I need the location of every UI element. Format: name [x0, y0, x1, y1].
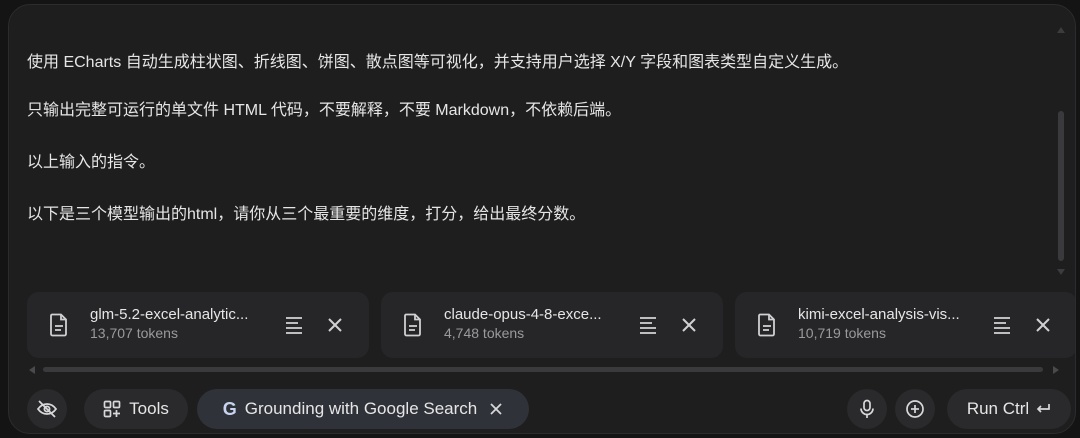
text-lines-icon[interactable] — [992, 316, 1012, 334]
scrollbar-thumb[interactable] — [43, 367, 1043, 372]
grid-icon — [103, 400, 121, 418]
text-lines-icon[interactable] — [284, 316, 304, 334]
scroll-down-arrow[interactable] — [1057, 269, 1065, 275]
attachment-chip[interactable]: kimi-excel-analysis-vis... 10,719 tokens — [735, 292, 1075, 358]
mic-icon — [860, 399, 874, 418]
prompt-line-2: 只输出完整可运行的单文件 HTML 代码，不要解释，不要 Markdown，不依… — [27, 102, 622, 119]
prompt-line-4: 以下是三个模型输出的html，请你从三个最重要的维度，打分，给出最终分数。 — [27, 206, 586, 223]
prompt-panel: 使用 ECharts 自动生成柱状图、折线图、饼图、散点图等可视化，并支持用户选… — [8, 4, 1076, 434]
add-circle-icon — [906, 400, 924, 418]
scroll-left-arrow[interactable] — [29, 366, 35, 374]
prompt-line-3: 以上输入的指令。 — [27, 154, 156, 171]
attachment-name: claude-opus-4-8-exce... — [444, 306, 602, 323]
grounding-label: Grounding with Google Search — [244, 399, 478, 418]
prompt-textarea[interactable]: 使用 ECharts 自动生成柱状图、折线图、饼图、散点图等可视化，并支持用户选… — [27, 45, 1047, 280]
grounding-chip[interactable]: G Grounding with Google Search — [197, 389, 529, 429]
attachment-name: kimi-excel-analysis-vis... — [798, 306, 960, 323]
attachment-chip[interactable]: glm-5.2-excel-analytic... 13,707 tokens — [27, 292, 369, 358]
horizontal-scrollbar[interactable] — [29, 365, 1059, 375]
google-g-icon: G — [222, 398, 237, 419]
prompt-line-1: 使用 ECharts 自动生成柱状图、折线图、饼图、散点图等可视化，并支持用户选… — [27, 54, 849, 71]
eye-off-icon — [36, 400, 58, 418]
attachment-tokens: 10,719 tokens — [798, 325, 886, 341]
attachment-chip[interactable]: claude-opus-4-8-exce... 4,748 tokens — [381, 292, 723, 358]
close-icon[interactable] — [679, 315, 699, 335]
run-button[interactable]: Run Ctrl — [947, 389, 1071, 429]
file-icon — [50, 313, 67, 337]
scrollbar-thumb[interactable] — [1058, 111, 1064, 261]
text-lines-icon[interactable] — [638, 316, 658, 334]
enter-icon — [1036, 404, 1051, 413]
tools-label: Tools — [129, 399, 169, 418]
mic-button[interactable] — [847, 389, 887, 429]
close-icon[interactable] — [489, 402, 503, 416]
scroll-right-arrow[interactable] — [1053, 366, 1059, 374]
visibility-toggle-button[interactable] — [27, 389, 67, 429]
close-icon[interactable] — [325, 315, 345, 335]
add-button[interactable] — [895, 389, 935, 429]
attachment-tokens: 4,748 tokens — [444, 325, 525, 341]
attachment-tokens: 13,707 tokens — [90, 325, 178, 341]
scroll-up-arrow[interactable] — [1057, 27, 1065, 33]
tools-button[interactable]: Tools — [84, 389, 188, 429]
run-label: Run Ctrl — [966, 399, 1030, 418]
close-icon[interactable] — [1033, 315, 1053, 335]
vertical-scrollbar[interactable] — [1055, 21, 1067, 277]
attachment-name: glm-5.2-excel-analytic... — [90, 306, 249, 323]
file-icon — [758, 313, 775, 337]
file-icon — [404, 313, 421, 337]
